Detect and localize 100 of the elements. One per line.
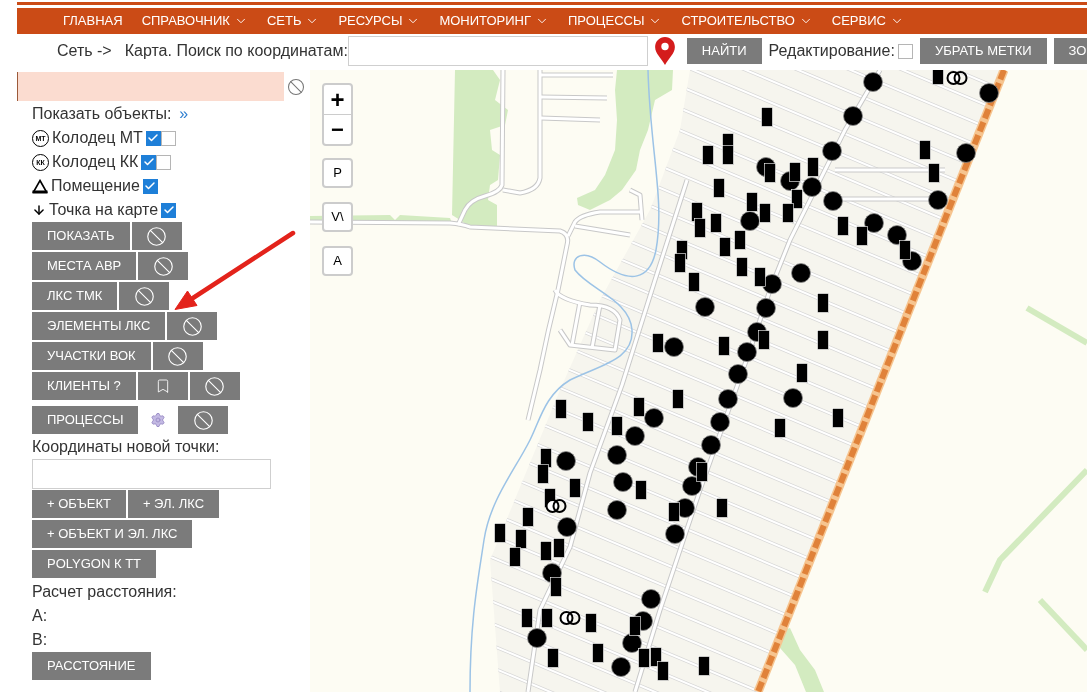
rectangle-marker-icon[interactable]	[817, 330, 829, 350]
checkbox[interactable]	[141, 154, 157, 170]
circle-marker-icon[interactable]	[613, 472, 633, 492]
circle-marker-icon[interactable]	[783, 388, 803, 408]
rectangle-marker-icon[interactable]	[832, 408, 844, 428]
rectangle-marker-icon[interactable]	[522, 507, 534, 527]
coordinates-field[interactable]	[32, 459, 271, 489]
action-button[interactable]: + ОБЪЕКТ И ЭЛ. ЛКС	[32, 520, 193, 548]
rectangle-marker-icon[interactable]	[759, 203, 771, 223]
rectangle-marker-icon[interactable]	[569, 478, 581, 498]
circle-marker-icon[interactable]	[644, 408, 664, 428]
rectangle-marker-icon[interactable]	[698, 656, 710, 676]
rectangle-marker-icon[interactable]	[650, 647, 662, 667]
rectangle-marker-icon[interactable]	[635, 480, 647, 500]
rectangle-marker-icon[interactable]	[696, 462, 708, 482]
layer-button[interactable]: МЕСТА АВР	[32, 252, 137, 280]
double-ring-marker-icon[interactable]	[545, 499, 567, 513]
clear-button[interactable]	[189, 372, 240, 400]
nav-menu-item[interactable]: СЕТЬ	[266, 11, 320, 31]
rectangle-marker-icon[interactable]	[734, 230, 746, 250]
rectangle-marker-icon[interactable]	[550, 577, 562, 597]
rectangle-marker-icon[interactable]	[932, 70, 944, 85]
layer-button[interactable]: КЛИЕНТЫ ?	[32, 372, 136, 400]
nav-menu-item[interactable]: СПРАВОЧНИК	[141, 11, 248, 31]
rectangle-marker-icon[interactable]	[555, 399, 567, 419]
rectangle-marker-icon[interactable]	[547, 648, 559, 668]
circle-marker-icon[interactable]	[843, 106, 863, 126]
checkbox[interactable]	[145, 130, 161, 146]
rectangle-marker-icon[interactable]	[837, 216, 849, 236]
rectangle-marker-icon[interactable]	[674, 253, 686, 273]
layer-button[interactable]: ЛКС ТМК	[32, 282, 118, 310]
circle-marker-icon[interactable]	[887, 225, 907, 245]
map-tool-button[interactable]: V\	[322, 202, 353, 232]
circle-marker-icon[interactable]	[641, 589, 661, 609]
rectangle-marker-icon[interactable]	[758, 330, 770, 350]
circle-marker-icon[interactable]	[756, 298, 776, 318]
rectangle-marker-icon[interactable]	[899, 240, 911, 260]
rectangle-marker-icon[interactable]	[719, 237, 731, 257]
rectangle-marker-icon[interactable]	[807, 157, 819, 177]
circle-marker-icon[interactable]	[682, 476, 702, 496]
action-button[interactable]: + ЭЛ. ЛКС	[127, 490, 220, 518]
nav-menu-item[interactable]: СЕРВИС	[831, 11, 904, 31]
rectangle-marker-icon[interactable]	[691, 202, 703, 222]
rectangle-marker-icon[interactable]	[611, 416, 623, 436]
rectangle-marker-icon[interactable]	[638, 648, 650, 668]
map-view[interactable]: + − P V\ A	[310, 70, 1087, 692]
rectangle-marker-icon[interactable]	[652, 333, 664, 353]
checkbox[interactable]	[897, 43, 913, 59]
rectangle-marker-icon[interactable]	[494, 523, 506, 543]
rectangle-marker-icon[interactable]	[713, 178, 725, 198]
nav-menu-item[interactable]: ГЛАВНАЯ	[63, 11, 123, 31]
clear-button[interactable]	[131, 222, 182, 250]
rectangle-marker-icon[interactable]	[541, 608, 553, 628]
circle-marker-icon[interactable]	[791, 263, 811, 283]
double-ring-marker-icon[interactable]	[559, 611, 581, 625]
rectangle-marker-icon[interactable]	[540, 541, 552, 561]
circle-marker-icon[interactable]	[864, 213, 884, 233]
circle-marker-icon[interactable]	[823, 191, 843, 211]
circle-marker-icon[interactable]	[625, 426, 645, 446]
rectangle-marker-icon[interactable]	[629, 616, 641, 636]
expand-link[interactable]: »	[179, 102, 189, 126]
circle-marker-icon[interactable]	[822, 141, 842, 161]
rectangle-marker-icon[interactable]	[919, 140, 931, 160]
circle-marker-icon[interactable]	[762, 274, 782, 294]
circle-marker-icon[interactable]	[956, 143, 976, 163]
map-pin-icon[interactable]	[654, 37, 675, 65]
map-tool-button[interactable]: A	[322, 246, 353, 276]
rectangle-marker-icon[interactable]	[856, 226, 868, 246]
circle-marker-icon[interactable]	[695, 297, 715, 317]
rectangle-marker-icon[interactable]	[746, 192, 758, 212]
rectangle-marker-icon[interactable]	[702, 145, 714, 165]
clear-button[interactable]	[167, 312, 218, 340]
rectangle-marker-icon[interactable]	[789, 162, 801, 182]
find-button[interactable]: НАЙТИ	[686, 38, 762, 64]
circle-marker-icon[interactable]	[928, 190, 948, 210]
rectangle-marker-icon[interactable]	[928, 163, 940, 183]
circle-marker-icon[interactable]	[556, 451, 576, 471]
circle-marker-icon[interactable]	[622, 633, 642, 653]
layer-button[interactable]: ПРОЦЕССЫ	[32, 406, 139, 434]
rectangle-marker-icon[interactable]	[582, 412, 594, 432]
rectangle-marker-icon[interactable]	[672, 389, 684, 409]
circle-marker-icon[interactable]	[979, 83, 999, 103]
circle-marker-icon[interactable]	[740, 211, 760, 231]
clear-button[interactable]	[152, 342, 203, 370]
zoom-in-button[interactable]: +	[324, 85, 351, 115]
rectangle-marker-icon[interactable]	[774, 418, 786, 438]
layer-button[interactable]: ПОКАЗАТЬ	[32, 222, 130, 250]
rectangle-marker-icon[interactable]	[817, 293, 829, 313]
circle-marker-icon[interactable]	[710, 412, 730, 432]
action-button[interactable]: POLYGON К ТТ	[32, 550, 156, 578]
rectangle-marker-icon[interactable]	[754, 267, 766, 287]
nav-menu-item[interactable]: РЕСУРСЫ	[338, 11, 421, 31]
zoom-out-button[interactable]: −	[324, 115, 351, 144]
circle-marker-icon[interactable]	[607, 445, 627, 465]
bookmark-button[interactable]	[137, 372, 188, 400]
coordinate-search-field[interactable]	[347, 36, 648, 66]
rectangle-marker-icon[interactable]	[782, 203, 794, 223]
rectangle-marker-icon[interactable]	[796, 363, 808, 383]
nav-menu-item[interactable]: СТРОИТЕЛЬСТВО	[681, 11, 813, 31]
rectangle-marker-icon[interactable]	[764, 163, 776, 183]
